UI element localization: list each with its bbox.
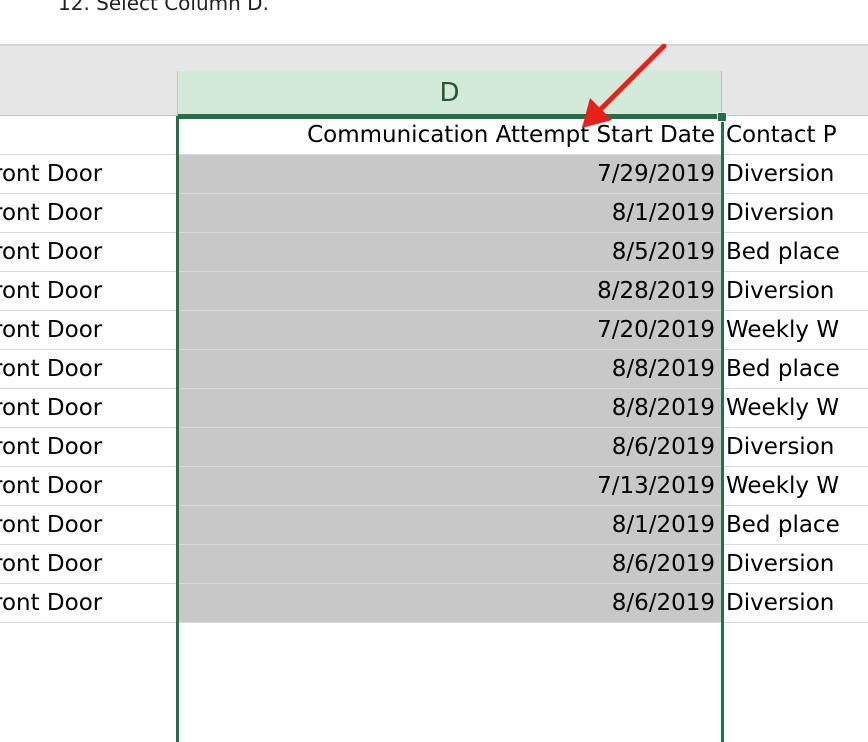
column-header-c[interactable] — [0, 71, 178, 116]
cell-d[interactable]: 8/5/2019 — [178, 233, 722, 271]
cell-d[interactable]: 7/13/2019 — [178, 467, 722, 505]
cell-d[interactable]: 8/6/2019 — [178, 545, 722, 583]
cell-c[interactable]: ront Door — [0, 155, 178, 193]
table-row: ront Door 8/1/2019 Bed place — [0, 506, 868, 545]
column-header-e[interactable] — [722, 71, 868, 116]
cell-c[interactable]: ront Door — [0, 584, 178, 622]
cell-d[interactable]: 8/8/2019 — [178, 389, 722, 427]
cell-d[interactable]: 8/8/2019 — [178, 350, 722, 388]
spreadsheet: D Communication Attempt Start Date Conta… — [0, 44, 868, 742]
cell-d[interactable]: 8/1/2019 — [178, 194, 722, 232]
cell-c[interactable]: ront Door — [0, 272, 178, 310]
cell-c[interactable]: ront Door — [0, 506, 178, 544]
cell-d-header[interactable]: Communication Attempt Start Date — [178, 116, 722, 154]
table-row: ront Door 8/6/2019 Diversion — [0, 584, 868, 623]
instruction-text: 12. Select Column D. — [58, 0, 269, 15]
cell-c[interactable]: ront Door — [0, 194, 178, 232]
fill-handle[interactable] — [717, 112, 727, 122]
cell-e[interactable]: Diversion — [722, 155, 868, 193]
column-header-d[interactable]: D — [178, 71, 722, 117]
table-row: ront Door 8/5/2019 Bed place — [0, 233, 868, 272]
cell-grid: Communication Attempt Start Date Contact… — [0, 116, 868, 623]
cell-e[interactable]: Weekly W — [722, 311, 868, 349]
table-row: ront Door 7/13/2019 Weekly W — [0, 467, 868, 506]
cell-e[interactable]: Weekly W — [722, 389, 868, 427]
cell-c[interactable]: ront Door — [0, 545, 178, 583]
cell-d[interactable]: 7/29/2019 — [178, 155, 722, 193]
table-row: ront Door 8/8/2019 Weekly W — [0, 389, 868, 428]
cell-e[interactable]: Diversion — [722, 584, 868, 622]
cell-c[interactable]: ront Door — [0, 428, 178, 466]
cell-e-header[interactable]: Contact P — [722, 116, 868, 154]
cell-c[interactable]: ront Door — [0, 350, 178, 388]
cell-c[interactable]: ront Door — [0, 389, 178, 427]
table-row: ront Door 7/29/2019 Diversion — [0, 155, 868, 194]
table-header-row: Communication Attempt Start Date Contact… — [0, 116, 868, 155]
cell-e[interactable]: Diversion — [722, 194, 868, 232]
cell-e[interactable]: Diversion — [722, 545, 868, 583]
table-row: ront Door 8/28/2019 Diversion — [0, 272, 868, 311]
cell-d[interactable]: 8/6/2019 — [178, 428, 722, 466]
cell-d[interactable]: 8/6/2019 — [178, 584, 722, 622]
cell-d[interactable]: 7/20/2019 — [178, 311, 722, 349]
cell-e[interactable]: Bed place — [722, 233, 868, 271]
cell-c[interactable]: ront Door — [0, 311, 178, 349]
table-row: ront Door 8/6/2019 Diversion — [0, 428, 868, 467]
cell-c[interactable]: ront Door — [0, 233, 178, 271]
cell-e[interactable]: Diversion — [722, 272, 868, 310]
table-row: ront Door 8/1/2019 Diversion — [0, 194, 868, 233]
cell-e[interactable]: Bed place — [722, 350, 868, 388]
table-row: ront Door 7/20/2019 Weekly W — [0, 311, 868, 350]
cell-d[interactable]: 8/1/2019 — [178, 506, 722, 544]
cell-c-header[interactable] — [0, 116, 178, 154]
cell-c[interactable]: ront Door — [0, 467, 178, 505]
cell-e[interactable]: Weekly W — [722, 467, 868, 505]
cell-e[interactable]: Bed place — [722, 506, 868, 544]
table-row: ront Door 8/8/2019 Bed place — [0, 350, 868, 389]
table-row: ront Door 8/6/2019 Diversion — [0, 545, 868, 584]
cell-e[interactable]: Diversion — [722, 428, 868, 466]
cell-d[interactable]: 8/28/2019 — [178, 272, 722, 310]
column-header-bar: D — [0, 46, 868, 117]
